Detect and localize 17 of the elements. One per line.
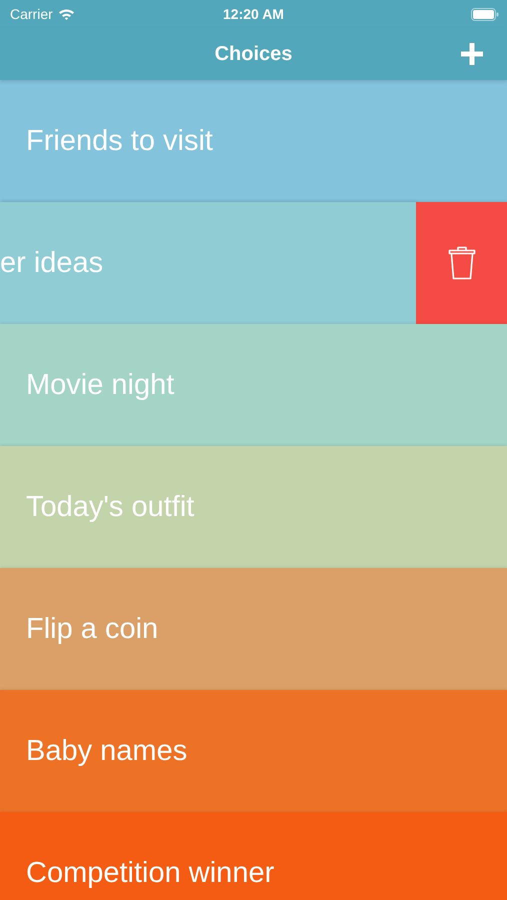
carrier-label: Carrier (10, 6, 53, 22)
choice-row[interactable]: Flip a coin (0, 568, 507, 690)
choice-label: Competition winner (25, 856, 274, 890)
choice-label: Friends to visit (25, 124, 213, 158)
clock-time: 12:20 AM (223, 6, 284, 22)
screen-title: Choices (214, 42, 292, 66)
choice-label: Today's outfit (25, 490, 194, 524)
choice-label: Baby names (25, 734, 188, 768)
choice-row[interactable]: Competition winner (0, 812, 507, 900)
choice-label: Movie night (25, 368, 174, 402)
choice-row[interactable]: Movie night (0, 324, 507, 446)
choice-label: er ideas (0, 246, 104, 280)
choice-row[interactable]: Baby names (0, 690, 507, 812)
choice-row[interactable]: er ideas (0, 202, 416, 324)
choice-row[interactable]: Today's outfit (0, 446, 507, 568)
choice-row[interactable]: Friends to visit (0, 80, 507, 202)
choice-label: Flip a coin (25, 612, 158, 646)
